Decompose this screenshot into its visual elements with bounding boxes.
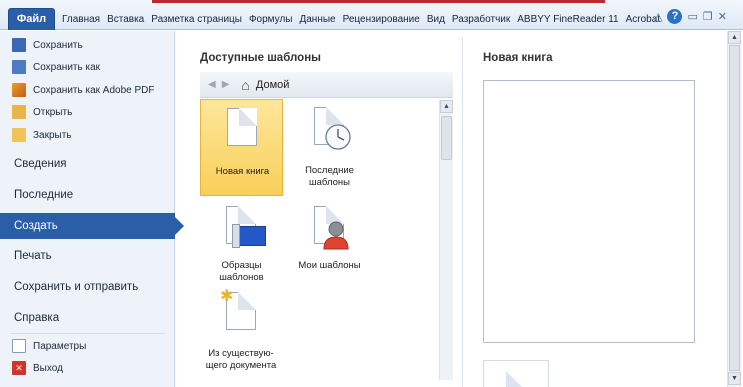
- exit-button[interactable]: ✕ Выход: [0, 358, 175, 378]
- templates-navigation-bar: ◀ ▶ ⌂ Домой: [200, 72, 453, 98]
- options-icon: [12, 339, 26, 353]
- close-icon[interactable]: ✕: [718, 10, 727, 23]
- ribbon-tab-strip: Файл Главная Вставка Разметка страницы Ф…: [0, 0, 743, 30]
- template-my-templates[interactable]: Мои шаблоны: [288, 202, 371, 299]
- nav-help[interactable]: Справка: [0, 305, 175, 331]
- backstage-nav: Сохранить Сохранить как Сохранить как Ad…: [0, 31, 184, 387]
- save-as-label: Сохранить как: [33, 61, 101, 73]
- sample-templates-screen-icon: [238, 226, 266, 246]
- template-from-existing[interactable]: ✱ Из существую-щего документа: [200, 288, 283, 385]
- ribbon-accent-line: [152, 0, 605, 3]
- available-templates-title: Доступные шаблоны: [200, 52, 321, 64]
- tab-review[interactable]: Рецензирование: [343, 13, 420, 27]
- tab-developer[interactable]: Разработчик: [452, 13, 510, 27]
- nav-print[interactable]: Печать: [0, 243, 175, 269]
- template-label: Образцы шаблонов: [219, 260, 264, 283]
- ribbon-collapse-icon[interactable]: △: [654, 10, 662, 23]
- save-as-pdf-label: Сохранить как Adobe PDF: [33, 84, 155, 96]
- save-as-button[interactable]: Сохранить как: [0, 57, 175, 77]
- exit-label: Выход: [33, 362, 63, 374]
- nav-info[interactable]: Сведения: [0, 151, 175, 177]
- tab-page-layout[interactable]: Разметка страницы: [151, 13, 242, 27]
- window-controls: △ ? ▭ ❐ ✕: [654, 9, 727, 24]
- create-document-icon: [506, 371, 524, 387]
- template-label: Из существую-щего документа: [205, 348, 277, 371]
- options-label: Параметры: [33, 340, 87, 352]
- close-folder-icon: [12, 128, 26, 142]
- open-label: Открыть: [33, 106, 73, 118]
- home-icon[interactable]: ⌂: [241, 77, 249, 93]
- create-button[interactable]: [483, 360, 549, 387]
- scroll-up-icon[interactable]: ▲: [440, 100, 453, 113]
- nav-save-send[interactable]: Сохранить и отправить: [0, 274, 175, 300]
- clock-icon: [325, 124, 351, 150]
- blank-workbook-icon: [227, 108, 257, 146]
- restore-icon[interactable]: ❐: [703, 10, 713, 23]
- forward-arrow-icon[interactable]: ▶: [222, 79, 230, 90]
- back-arrow-icon[interactable]: ◀: [208, 79, 216, 90]
- preview-title: Новая книга: [483, 52, 553, 64]
- tab-data[interactable]: Данные: [299, 13, 335, 27]
- exit-icon: ✕: [12, 361, 26, 375]
- template-label: Мои шаблоны: [298, 260, 361, 271]
- scroll-down-icon[interactable]: ▼: [728, 372, 741, 385]
- save-as-icon: [12, 60, 26, 74]
- template-samples[interactable]: Образцы шаблонов: [200, 202, 283, 299]
- person-icon: [323, 221, 349, 250]
- scroll-up-icon[interactable]: ▲: [728, 31, 741, 44]
- nav-divider: [10, 333, 165, 334]
- templates-scrollbar[interactable]: ▲: [439, 100, 453, 380]
- nav-recent[interactable]: Последние: [0, 182, 175, 208]
- template-label: Последние шаблоны: [305, 165, 354, 188]
- save-button[interactable]: Сохранить: [0, 35, 175, 55]
- ribbon-tabs: Главная Вставка Разметка страницы Формул…: [62, 13, 667, 27]
- sparkle-icon: ✱: [220, 288, 234, 305]
- panel-divider: [462, 37, 463, 387]
- close-label: Закрыть: [33, 129, 72, 141]
- templates-grid: Новая книга Последние шаблоны Образцы ша…: [200, 98, 440, 380]
- save-as-pdf-button[interactable]: Сохранить как Adobe PDF: [0, 80, 175, 100]
- tab-insert[interactable]: Вставка: [107, 13, 144, 27]
- open-button[interactable]: Открыть: [0, 102, 175, 122]
- templates-scroll-thumb[interactable]: [441, 116, 452, 160]
- home-label[interactable]: Домой: [256, 79, 290, 91]
- options-button[interactable]: Параметры: [0, 336, 175, 356]
- open-folder-icon: [12, 105, 26, 119]
- template-recent[interactable]: Последние шаблоны: [288, 99, 371, 196]
- template-label: Новая книга: [215, 166, 270, 177]
- sample-templates-tower-icon: [232, 224, 240, 248]
- tab-formulas[interactable]: Формулы: [249, 13, 293, 27]
- template-new-workbook[interactable]: Новая книга: [200, 99, 283, 196]
- tab-view[interactable]: Вид: [427, 13, 445, 27]
- save-icon: [12, 38, 26, 52]
- backstage-scroll-thumb[interactable]: [729, 45, 740, 371]
- tab-file[interactable]: Файл: [8, 8, 55, 30]
- tab-home[interactable]: Главная: [62, 13, 100, 27]
- backstage-scrollbar[interactable]: ▲ ▼: [727, 31, 741, 387]
- preview-thumbnail: [483, 80, 695, 343]
- help-icon[interactable]: ?: [667, 9, 683, 24]
- tab-abbyy[interactable]: ABBYY FineReader 11: [517, 13, 618, 27]
- pdf-icon: [12, 83, 26, 97]
- minimize-icon[interactable]: ▭: [687, 10, 697, 23]
- save-label: Сохранить: [33, 39, 83, 51]
- close-button[interactable]: Закрыть: [0, 125, 175, 145]
- nav-new[interactable]: Создать: [0, 213, 184, 239]
